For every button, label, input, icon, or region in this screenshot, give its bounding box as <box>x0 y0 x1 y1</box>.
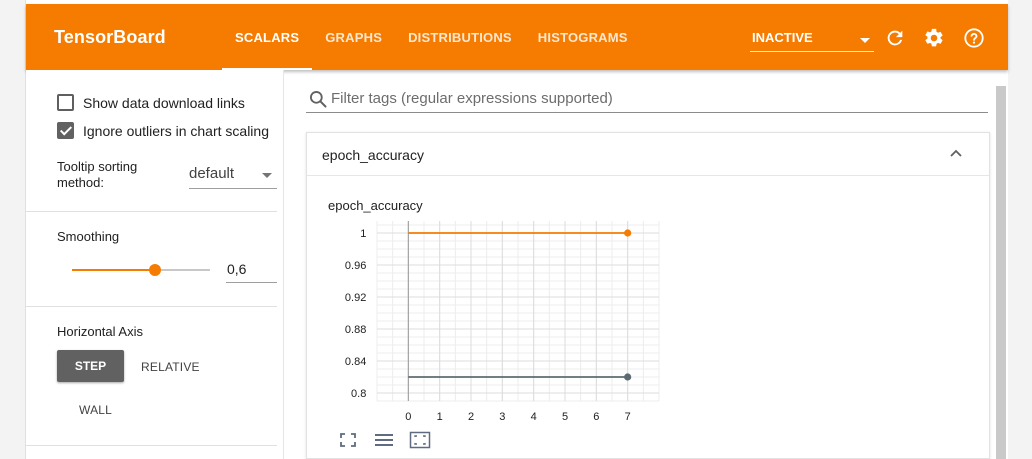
chevron-up-icon[interactable] <box>949 148 963 158</box>
slider-fill <box>72 269 155 271</box>
y-tick-label: 1 <box>360 228 366 240</box>
gear-icon[interactable] <box>923 27 945 49</box>
tab-distributions[interactable]: DISTRIBUTIONS <box>395 4 525 70</box>
y-tick-label: 0.88 <box>345 324 366 336</box>
fit-domain-icon[interactable] <box>409 431 431 449</box>
checkbox-checked-icon <box>57 122 74 139</box>
x-tick-label: 2 <box>468 411 474 423</box>
series-point <box>624 229 632 237</box>
divider <box>26 445 277 446</box>
right-gutter <box>1008 0 1032 459</box>
checkbox-group: Show data download links Ignore outliers… <box>26 70 277 230</box>
smoothing-title: Smoothing <box>57 229 120 244</box>
x-tick-label: 0 <box>405 411 411 423</box>
tab-scalars[interactable]: SCALARS <box>222 4 313 70</box>
smoothing-value-input[interactable]: 0,6 <box>226 256 277 283</box>
dashboard-tabs: SCALARS GRAPHS DISTRIBUTIONS HISTOGRAMS <box>222 4 641 70</box>
y-tick-label: 0.8 <box>351 388 366 400</box>
step-button[interactable]: STEP <box>57 350 124 382</box>
divider <box>26 306 277 307</box>
app-title: TensorBoard <box>54 27 166 47</box>
divider <box>26 211 277 212</box>
horizontal-axis-title: Horizontal Axis <box>57 324 143 339</box>
chart-toolbar <box>337 431 431 449</box>
x-tick-label: 3 <box>499 411 505 423</box>
ignore-outliers-checkbox[interactable]: Ignore outliers in chart scaling <box>57 122 269 139</box>
scrollbar[interactable] <box>996 86 1006 459</box>
list-icon[interactable] <box>373 431 395 449</box>
checkbox-label: Ignore outliers in chart scaling <box>83 122 269 139</box>
x-tick-label: 4 <box>531 411 537 423</box>
left-gutter <box>0 0 26 459</box>
dropdown-value: INACTIVE <box>752 30 813 45</box>
chevron-down-icon <box>262 173 272 178</box>
help-icon[interactable] <box>963 27 985 49</box>
x-tick-label: 5 <box>562 411 568 423</box>
fullscreen-icon[interactable] <box>337 431 359 449</box>
scalar-card: epoch_accuracy epoch_accuracy 0 1 2 3 4 5 6 7 0.… <box>306 132 990 459</box>
slider-handle[interactable] <box>148 264 161 276</box>
inactive-dashboards-dropdown[interactable]: INACTIVE <box>750 28 874 52</box>
checkbox-unchecked-icon <box>57 94 74 111</box>
series-point <box>624 373 632 381</box>
card-header[interactable]: epoch_accuracy <box>307 133 989 176</box>
settings-sidebar: Show data download links Ignore outliers… <box>26 70 284 459</box>
tooltip-sorting-dropdown[interactable]: default <box>189 162 277 189</box>
tensorboard-window: TensorBoard SCALARS GRAPHS DISTRIBUTIONS… <box>0 0 1032 459</box>
card-title: epoch_accuracy <box>322 147 424 163</box>
smoothing-slider[interactable] <box>72 264 210 276</box>
show-download-links-checkbox[interactable]: Show data download links <box>57 94 245 111</box>
chart-title: epoch_accuracy <box>328 198 423 213</box>
wall-button[interactable]: WALL <box>79 403 112 417</box>
x-tick-label: 6 <box>593 411 599 423</box>
y-tick-label: 0.84 <box>345 356 366 368</box>
relative-button[interactable]: RELATIVE <box>141 360 200 374</box>
search-placeholder: Filter tags (regular expressions support… <box>331 90 613 107</box>
search-icon <box>310 91 327 108</box>
chevron-down-icon <box>860 38 870 43</box>
y-tick-label: 0.92 <box>345 292 366 304</box>
tag-filter-input[interactable]: Filter tags (regular expressions support… <box>306 86 988 113</box>
y-tick-label: 0.96 <box>345 260 366 272</box>
x-tick-label: 7 <box>625 411 631 423</box>
tooltip-sorting-label: Tooltip sorting method: <box>57 159 138 190</box>
app-toolbar: TensorBoard SCALARS GRAPHS DISTRIBUTIONS… <box>26 4 1008 70</box>
x-tick-label: 1 <box>437 411 443 423</box>
tab-graphs[interactable]: GRAPHS <box>312 4 395 70</box>
line-chart[interactable]: 0 1 2 3 4 5 6 7 0.8 0.84 0.88 0.92 0.96 1 <box>315 217 675 427</box>
tooltip-sorting-value: default <box>189 165 235 182</box>
tab-histograms[interactable]: HISTOGRAMS <box>525 4 641 70</box>
refresh-icon[interactable] <box>884 27 906 49</box>
checkbox-label: Show data download links <box>83 94 245 111</box>
